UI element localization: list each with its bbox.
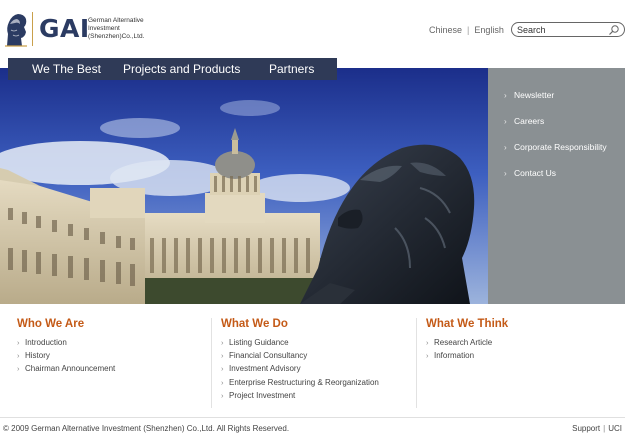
footer-separator: |: [603, 424, 606, 433]
section-title: What We Do: [221, 318, 288, 330]
copyright-text: © 2009 German Alternative Investment (Sh…: [3, 424, 290, 433]
section-what-we-do: What We Do › Listing Guidance › Financial …: [221, 318, 411, 410]
link-label: Enterprise Restructuring & Reorganizatio…: [229, 377, 379, 387]
column-divider: [211, 318, 212, 408]
link-financial-consultancy[interactable]: › Financial Consultancy: [221, 349, 411, 362]
hero-image: [0, 68, 488, 304]
section-title: Who We Are: [17, 318, 85, 330]
main-navigation: We The Best Projects and Products Partne…: [8, 58, 337, 80]
link-label: Research Article: [434, 338, 493, 347]
arrow-right-icon: ›: [221, 338, 224, 347]
side-link-careers[interactable]: › Careers: [504, 116, 544, 126]
hero-photo: [0, 68, 488, 304]
section-title: What We Think: [426, 318, 509, 330]
language-switcher: Chinese | English: [429, 25, 504, 35]
arrow-right-icon: ›: [221, 351, 224, 361]
link-label: Project Investment: [229, 390, 296, 400]
link-label: Chairman Announcement: [25, 364, 116, 374]
arrow-right-icon: ›: [17, 351, 20, 361]
link-chairman-announcement[interactable]: › Chairman Announcement: [17, 362, 207, 375]
side-link-label: Corporate Responsibility: [514, 142, 607, 152]
arrow-right-icon: ›: [504, 91, 507, 100]
link-label: Information: [434, 351, 475, 361]
logo-sub-line: Investment: [88, 25, 120, 32]
search-icon[interactable]: [608, 24, 620, 36]
arrow-right-icon: ›: [17, 364, 20, 374]
link-information[interactable]: › Information: [426, 349, 616, 362]
logo-divider: [32, 12, 33, 46]
search-input[interactable]: [517, 24, 607, 36]
link-introduction[interactable]: › Introduction: [17, 336, 207, 349]
lang-chinese-link[interactable]: Chinese: [429, 25, 462, 35]
nav-partners[interactable]: Partners: [269, 62, 314, 76]
arrow-right-icon: ›: [504, 143, 507, 152]
side-link-label: Careers: [514, 116, 545, 126]
logo-text[interactable]: GAI: [39, 14, 90, 43]
side-link-contact-us[interactable]: › Contact Us: [504, 168, 556, 178]
logo-company-name: German Alternative Investment (Shenzhen)…: [88, 17, 148, 41]
header: GAI German Alternative Investment (Shenz…: [0, 0, 625, 58]
arrow-right-icon: ›: [504, 117, 507, 126]
column-divider: [416, 318, 417, 408]
section-who-we-are: Who We Are › Introduction › History › Chair…: [17, 318, 207, 410]
link-research-article[interactable]: › Research Article: [426, 336, 616, 349]
arrow-right-icon: ›: [221, 364, 224, 374]
footer-link-uci[interactable]: UCI: [608, 424, 622, 433]
side-link-label: Newsletter: [514, 90, 555, 100]
logo-sub-line: (Shenzhen)Co.,Ltd.: [88, 33, 145, 40]
side-link-label: Contact Us: [514, 168, 557, 178]
footer-link-support[interactable]: Support: [572, 424, 600, 433]
arrow-right-icon: ›: [426, 351, 429, 361]
arrow-right-icon: ›: [426, 338, 429, 347]
side-link-newsletter[interactable]: › Newsletter: [504, 90, 554, 100]
arrow-right-icon: ›: [17, 338, 20, 347]
link-label: Listing Guidance: [229, 338, 289, 347]
lang-separator: |: [467, 25, 470, 35]
footer-divider: [0, 417, 625, 418]
link-investment-advisory[interactable]: › Investment Advisory: [221, 362, 411, 375]
search-box: [511, 22, 625, 37]
logo-sub-line: German Alternative: [88, 17, 144, 24]
arrow-right-icon: ›: [504, 169, 507, 178]
arrow-right-icon: ›: [221, 390, 224, 400]
arrow-right-icon: ›: [221, 377, 224, 387]
link-history[interactable]: › History: [17, 349, 207, 362]
section-what-we-think: What We Think › Research Article › Informa…: [426, 318, 616, 410]
link-label: Financial Consultancy: [229, 351, 308, 361]
side-link-corporate-responsibility[interactable]: › Corporate Responsibility: [504, 142, 607, 152]
link-project-investment[interactable]: › Project Investment: [221, 389, 411, 402]
link-listing-guidance[interactable]: › Listing Guidance: [221, 336, 411, 349]
link-enterprise-restructuring[interactable]: › Enterprise Restructuring & Reorganizati…: [221, 376, 411, 389]
nav-projects-and-products[interactable]: Projects and Products: [123, 62, 240, 76]
link-label: Investment Advisory: [229, 364, 301, 374]
lion-logo-icon[interactable]: [2, 10, 30, 48]
link-label: Introduction: [25, 338, 67, 347]
footer-links: Support | UCI: [572, 424, 622, 433]
nav-we-the-best[interactable]: We The Best: [32, 62, 101, 76]
lang-english-link[interactable]: English: [474, 25, 504, 35]
side-panel: › Newsletter › Careers › Corporate Responsi…: [488, 68, 625, 304]
link-label: History: [25, 351, 50, 361]
